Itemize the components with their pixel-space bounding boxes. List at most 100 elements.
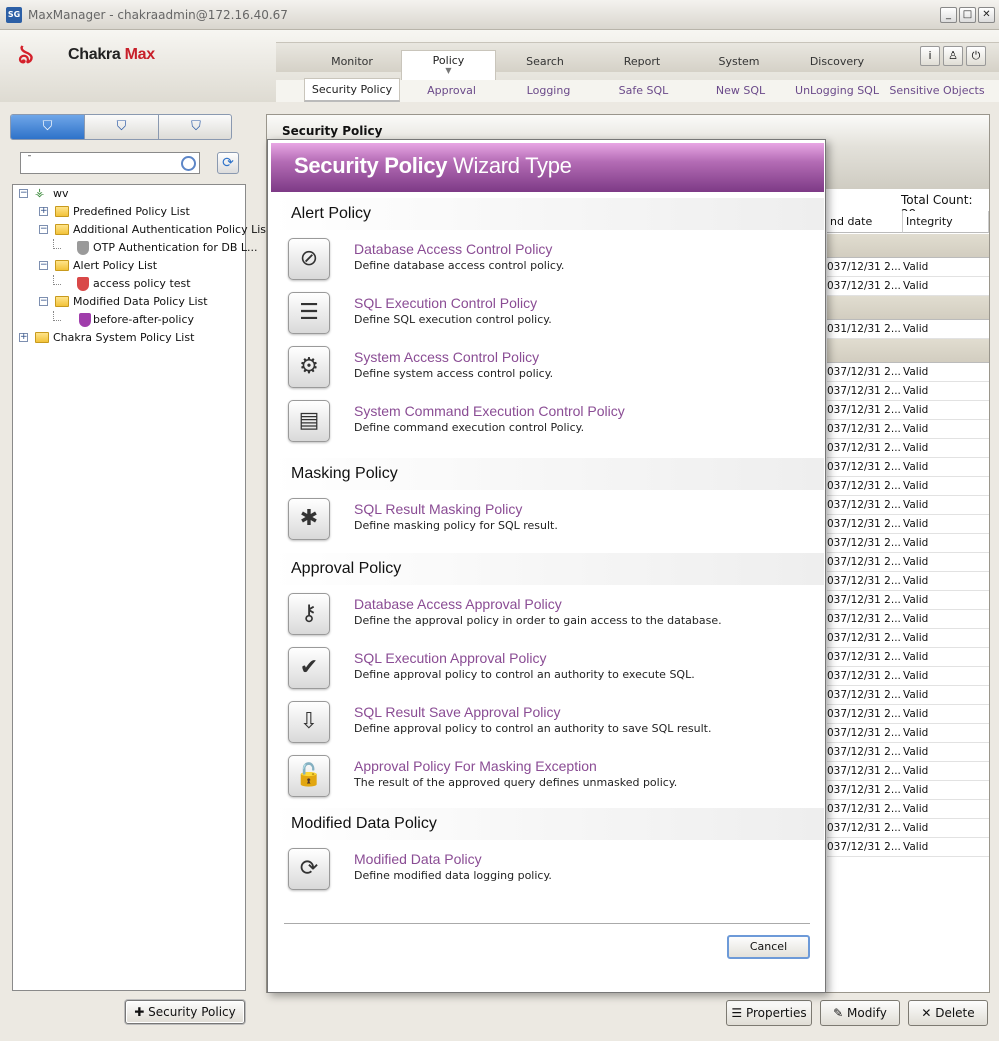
table-row[interactable]: 037/12/31 2... Valid bbox=[827, 382, 989, 401]
user-view-icon[interactable]: ⛉ bbox=[159, 115, 231, 139]
wizard-option-title[interactable]: SQL Result Save Approval Policy bbox=[354, 704, 560, 720]
wizard-option[interactable]: ⇩ SQL Result Save Approval Policy Define a… bbox=[288, 700, 808, 754]
tab-report[interactable]: Report bbox=[595, 42, 689, 72]
wizard-option-title[interactable]: Database Access Control Policy bbox=[354, 241, 552, 257]
shield-view-icon[interactable]: ⛉ bbox=[11, 115, 85, 139]
table-row[interactable]: 037/12/31 2... Valid bbox=[827, 477, 989, 496]
search-input[interactable]: ¯ bbox=[20, 152, 200, 174]
table-row[interactable]: 037/12/31 2... Valid bbox=[827, 258, 989, 277]
tree-node-chakra-system[interactable]: + Chakra System Policy List bbox=[13, 329, 245, 347]
wizard-option[interactable]: 🔓 Approval Policy For Masking Exception Th… bbox=[288, 754, 808, 808]
wizard-option-title[interactable]: System Access Control Policy bbox=[354, 349, 539, 365]
wizard-option[interactable]: ⚙ System Access Control Policy Define syst… bbox=[288, 345, 808, 399]
user-settings-icon[interactable]: ♙ bbox=[943, 46, 963, 66]
wizard-option[interactable]: ☰ SQL Execution Control Policy Define SQL … bbox=[288, 291, 808, 345]
collapse-icon[interactable]: − bbox=[39, 297, 48, 306]
info-icon[interactable]: i bbox=[920, 46, 940, 66]
wizard-option-icon[interactable]: ✔ bbox=[288, 647, 330, 689]
close-button[interactable]: ✕ bbox=[978, 7, 995, 23]
maximize-button[interactable]: □ bbox=[959, 7, 976, 23]
cancel-button[interactable]: Cancel bbox=[727, 935, 810, 959]
wizard-option-title[interactable]: Database Access Approval Policy bbox=[354, 596, 562, 612]
wizard-option-title[interactable]: SQL Result Masking Policy bbox=[354, 501, 522, 517]
table-row[interactable]: 037/12/31 2... Valid bbox=[827, 496, 989, 515]
tree-node-additional-auth[interactable]: − Additional Authentication Policy List bbox=[13, 221, 270, 239]
subtab-unlogging-sql[interactable]: UnLogging SQL bbox=[790, 80, 884, 102]
column-header-integrity[interactable]: Integrity bbox=[903, 211, 989, 233]
modify-button[interactable]: ✎ Modify bbox=[820, 1000, 900, 1026]
table-row[interactable]: 037/12/31 2... Valid bbox=[827, 591, 989, 610]
table-row[interactable]: 037/12/31 2... Valid bbox=[827, 686, 989, 705]
expand-icon[interactable]: + bbox=[19, 333, 28, 342]
wizard-option-icon[interactable]: ▤ bbox=[288, 400, 330, 442]
add-security-policy-button[interactable]: ✚ Security Policy bbox=[125, 1000, 245, 1024]
wizard-option[interactable]: ⊘ Database Access Control Policy Define da… bbox=[288, 237, 808, 291]
wizard-option-icon[interactable]: ⟳ bbox=[288, 848, 330, 890]
wizard-option[interactable]: ⟳ Modified Data Policy Define modified dat… bbox=[288, 847, 808, 901]
subtab-sensitive-objects[interactable]: Sensitive Objects bbox=[886, 80, 988, 102]
table-row[interactable]: 037/12/31 2... Valid bbox=[827, 439, 989, 458]
subtab-logging[interactable]: Logging bbox=[501, 80, 596, 102]
table-row[interactable]: 031/12/31 2... Valid bbox=[827, 320, 989, 339]
tab-monitor[interactable]: Monitor bbox=[305, 42, 399, 72]
table-row[interactable]: 037/12/31 2... Valid bbox=[827, 534, 989, 553]
table-row[interactable]: 037/12/31 2... Valid bbox=[827, 420, 989, 439]
wizard-option-title[interactable]: Modified Data Policy bbox=[354, 851, 482, 867]
wizard-option[interactable]: ▤ System Command Execution Control Policy… bbox=[288, 399, 808, 453]
expand-icon[interactable]: + bbox=[39, 207, 48, 216]
table-row[interactable]: 037/12/31 2... Valid bbox=[827, 705, 989, 724]
refresh-button[interactable]: ⟳ bbox=[217, 152, 239, 174]
wizard-option-title[interactable]: SQL Execution Approval Policy bbox=[354, 650, 546, 666]
wizard-option[interactable]: ✱ SQL Result Masking Policy Define masking… bbox=[288, 497, 808, 551]
exit-icon[interactable]: ⏻ bbox=[966, 46, 986, 66]
database-view-icon[interactable]: ⛉ bbox=[85, 115, 159, 139]
table-row[interactable]: 037/12/31 2... Valid bbox=[827, 781, 989, 800]
wizard-option-icon[interactable]: ✱ bbox=[288, 498, 330, 540]
collapse-icon[interactable]: − bbox=[39, 225, 48, 234]
wizard-option-icon[interactable]: ⇩ bbox=[288, 701, 330, 743]
subtab-safe-sql[interactable]: Safe SQL bbox=[596, 80, 691, 102]
tree-node-access-policy-test[interactable]: access policy test bbox=[13, 275, 245, 293]
tab-system[interactable]: System bbox=[692, 42, 786, 72]
column-header-end-date[interactable]: nd date bbox=[827, 211, 903, 233]
tab-policy[interactable]: Policy ▼ bbox=[401, 50, 496, 82]
collapse-icon[interactable]: − bbox=[19, 189, 28, 198]
tree-node-before-after[interactable]: before-after-policy bbox=[13, 311, 245, 329]
table-row[interactable]: 037/12/31 2... Valid bbox=[827, 401, 989, 420]
subtab-new-sql[interactable]: New SQL bbox=[693, 80, 788, 102]
table-row[interactable]: 037/12/31 2... Valid bbox=[827, 277, 989, 296]
tree-node-modified-data[interactable]: − Modified Data Policy List bbox=[13, 293, 245, 311]
tree-node-predefined[interactable]: + Predefined Policy List bbox=[13, 203, 245, 221]
wizard-option-icon[interactable]: ⊘ bbox=[288, 238, 330, 280]
tab-search[interactable]: Search bbox=[498, 42, 592, 72]
table-row[interactable]: 037/12/31 2... Valid bbox=[827, 667, 989, 686]
table-row[interactable]: 037/12/31 2... Valid bbox=[827, 743, 989, 762]
table-row[interactable]: 037/12/31 2... Valid bbox=[827, 724, 989, 743]
table-row[interactable]: 037/12/31 2... Valid bbox=[827, 515, 989, 534]
table-row[interactable]: 037/12/31 2... Valid bbox=[827, 458, 989, 477]
minimize-button[interactable]: _ bbox=[940, 7, 957, 23]
properties-button[interactable]: ☰ Properties bbox=[726, 1000, 812, 1026]
table-row[interactable]: 037/12/31 2... Valid bbox=[827, 762, 989, 781]
table-group-row[interactable] bbox=[827, 296, 989, 320]
search-icon[interactable] bbox=[181, 156, 196, 171]
tab-discovery[interactable]: Discovery bbox=[789, 42, 885, 72]
collapse-icon[interactable]: − bbox=[39, 261, 48, 270]
tree-node-alert[interactable]: − Alert Policy List bbox=[13, 257, 245, 275]
table-row[interactable]: 037/12/31 2... Valid bbox=[827, 838, 989, 857]
wizard-option[interactable]: ⚷ Database Access Approval Policy Define t… bbox=[288, 592, 808, 646]
wizard-option-icon[interactable]: 🔓 bbox=[288, 755, 330, 797]
tree-node-root[interactable]: − ⚶ wv bbox=[13, 185, 245, 203]
wizard-option[interactable]: ✔ SQL Execution Approval Policy Define app… bbox=[288, 646, 808, 700]
wizard-option-title[interactable]: Approval Policy For Masking Exception bbox=[354, 758, 597, 774]
subtab-security-policy[interactable]: Security Policy bbox=[304, 78, 400, 102]
table-row[interactable]: 037/12/31 2... Valid bbox=[827, 610, 989, 629]
table-row[interactable]: 037/12/31 2... Valid bbox=[827, 648, 989, 667]
table-row[interactable]: 037/12/31 2... Valid bbox=[827, 363, 989, 382]
wizard-option-icon[interactable]: ⚙ bbox=[288, 346, 330, 388]
delete-button[interactable]: ✕ Delete bbox=[908, 1000, 988, 1026]
table-row[interactable]: 037/12/31 2... Valid bbox=[827, 572, 989, 591]
wizard-option-icon[interactable]: ☰ bbox=[288, 292, 330, 334]
wizard-option-icon[interactable]: ⚷ bbox=[288, 593, 330, 635]
subtab-approval[interactable]: Approval bbox=[404, 80, 499, 102]
